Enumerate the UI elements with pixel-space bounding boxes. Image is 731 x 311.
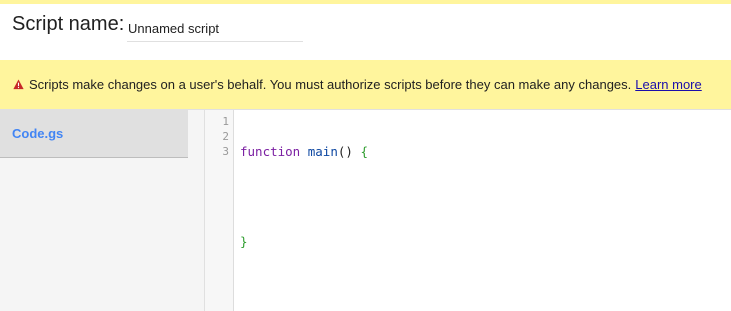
close-brace: }	[240, 234, 248, 249]
script-name-input[interactable]	[127, 16, 303, 42]
code-editor[interactable]: 1 2 3 function main() { }	[205, 110, 731, 311]
line-number: 3	[222, 145, 229, 158]
learn-more-link[interactable]: Learn more	[635, 77, 701, 92]
authorization-warning-banner: Scripts make changes on a user's behalf.…	[0, 60, 731, 109]
code-line: }	[240, 234, 368, 249]
warning-triangle-icon	[13, 79, 24, 90]
code-line: function main() {	[240, 144, 368, 159]
file-item-code-gs[interactable]: Code.gs	[0, 110, 188, 158]
line-number: 2	[222, 130, 229, 143]
header: Script name:	[0, 4, 731, 60]
banner-message: Scripts make changes on a user's behalf.…	[29, 77, 632, 92]
keyword-function: function	[240, 144, 301, 159]
file-sidebar: Code.gs	[0, 110, 205, 311]
open-brace: {	[360, 144, 368, 159]
code-content[interactable]: function main() { }	[240, 114, 368, 279]
script-name-label: Script name:	[12, 13, 125, 35]
function-name: main	[307, 144, 338, 159]
line-number: 1	[222, 115, 229, 128]
parentheses: ()	[337, 144, 353, 159]
line-number-gutter: 1 2 3	[205, 110, 234, 311]
